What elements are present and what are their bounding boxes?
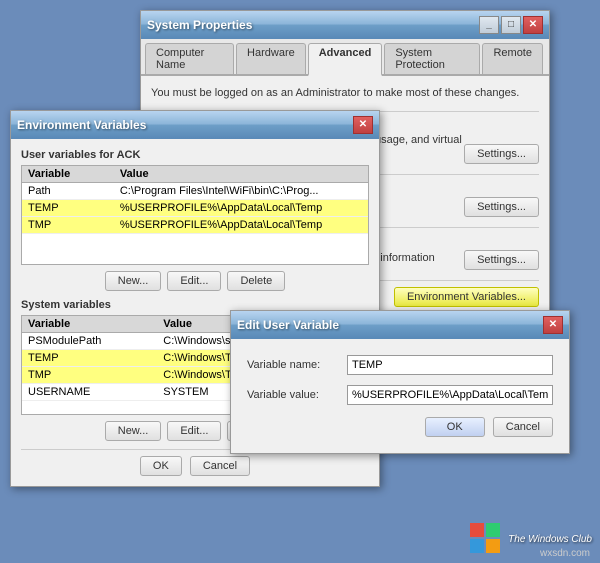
user-col-variable: Variable <box>22 166 114 183</box>
system-new-btn[interactable]: New... <box>105 421 162 441</box>
system-props-titlebar: System Properties _ □ ✕ <box>141 11 549 39</box>
edit-cancel-btn[interactable]: Cancel <box>493 417 553 437</box>
table-row[interactable]: TEMP %USERPROFILE%\AppData\Local\Temp <box>22 200 368 217</box>
tab-remote[interactable]: Remote <box>482 43 543 74</box>
var-name: USERNAME <box>22 384 157 401</box>
env-titlebar-buttons: ✕ <box>353 116 373 134</box>
edit-ok-btn[interactable]: OK <box>425 417 485 437</box>
var-value-input[interactable] <box>347 385 553 405</box>
var-name: TMP <box>22 217 114 234</box>
edit-dialog-title: Edit User Variable <box>237 318 339 332</box>
user-vars-btn-row: New... Edit... Delete <box>21 271 369 291</box>
env-close-button[interactable]: ✕ <box>353 116 373 134</box>
tab-computer-name[interactable]: Computer Name <box>145 43 234 74</box>
edit-dialog-titlebar: Edit User Variable ✕ <box>231 311 569 339</box>
env-vars-title: Environment Variables <box>17 118 146 132</box>
env-bottom-btns: OK Cancel <box>21 456 369 476</box>
tab-bar: Computer Name Hardware Advanced System P… <box>141 39 549 76</box>
minimize-button[interactable]: _ <box>479 16 499 34</box>
system-edit-btn[interactable]: Edit... <box>167 421 221 441</box>
user-new-btn[interactable]: New... <box>105 271 162 291</box>
env-variables-btn[interactable]: Environment Variables... <box>394 287 539 307</box>
tab-system-protection[interactable]: System Protection <box>384 43 480 74</box>
user-edit-btn[interactable]: Edit... <box>167 271 221 291</box>
user-vars-title: User variables for ACK <box>21 149 369 161</box>
titlebar-buttons: _ □ ✕ <box>479 16 543 34</box>
tab-hardware[interactable]: Hardware <box>236 43 306 74</box>
var-name: TEMP <box>22 200 114 217</box>
edit-dialog-btns: OK Cancel <box>247 417 553 437</box>
var-name-input[interactable] <box>347 355 553 375</box>
performance-settings-btn[interactable]: Settings... <box>464 144 539 164</box>
env-ok-btn[interactable]: OK <box>140 456 182 476</box>
info-text: You must be logged on as an Administrato… <box>151 86 539 101</box>
env-cancel-btn[interactable]: Cancel <box>190 456 250 476</box>
site-text: wxsdn.com <box>540 548 590 559</box>
user-profiles-settings-btn[interactable]: Settings... <box>464 197 539 217</box>
edit-close-button[interactable]: ✕ <box>543 316 563 334</box>
var-name: Path <box>22 183 114 200</box>
startup-settings-btn[interactable]: Settings... <box>464 250 539 270</box>
edit-titlebar-buttons: ✕ <box>543 316 563 334</box>
var-name-row: Variable name: <box>247 355 553 375</box>
var-value-label: Variable value: <box>247 389 347 401</box>
sys-col-variable: Variable <box>22 316 157 333</box>
var-name: PSModulePath <box>22 333 157 350</box>
maximize-button[interactable]: □ <box>501 16 521 34</box>
var-value-row: Variable value: <box>247 385 553 405</box>
var-value: %USERPROFILE%\AppData\Local\Temp <box>114 217 368 234</box>
user-vars-table-container: Variable Value Path C:\Program Files\Int… <box>21 165 369 265</box>
watermark-text: The Windows Club <box>508 534 592 545</box>
var-value: %USERPROFILE%\AppData\Local\Temp <box>114 200 368 217</box>
var-name: TMP <box>22 367 157 384</box>
var-name-label: Variable name: <box>247 359 347 371</box>
var-value: C:\Program Files\Intel\WiFi\bin\C:\Prog.… <box>114 183 368 200</box>
table-row[interactable]: Path C:\Program Files\Intel\WiFi\bin\C:\… <box>22 183 368 200</box>
var-name: TEMP <box>22 350 157 367</box>
system-props-title: System Properties <box>147 18 252 32</box>
table-row[interactable]: TMP %USERPROFILE%\AppData\Local\Temp <box>22 217 368 234</box>
edit-user-variable-dialog: Edit User Variable ✕ Variable name: Vari… <box>230 310 570 454</box>
tab-advanced[interactable]: Advanced <box>308 43 383 76</box>
windows-logo-icon <box>470 523 502 555</box>
user-vars-table: Variable Value Path C:\Program Files\Int… <box>22 166 368 234</box>
edit-dialog-content: Variable name: Variable value: OK Cancel <box>231 339 569 453</box>
user-col-value: Value <box>114 166 368 183</box>
close-button[interactable]: ✕ <box>523 16 543 34</box>
env-vars-titlebar: Environment Variables ✕ <box>11 111 379 139</box>
user-delete-btn[interactable]: Delete <box>227 271 285 291</box>
